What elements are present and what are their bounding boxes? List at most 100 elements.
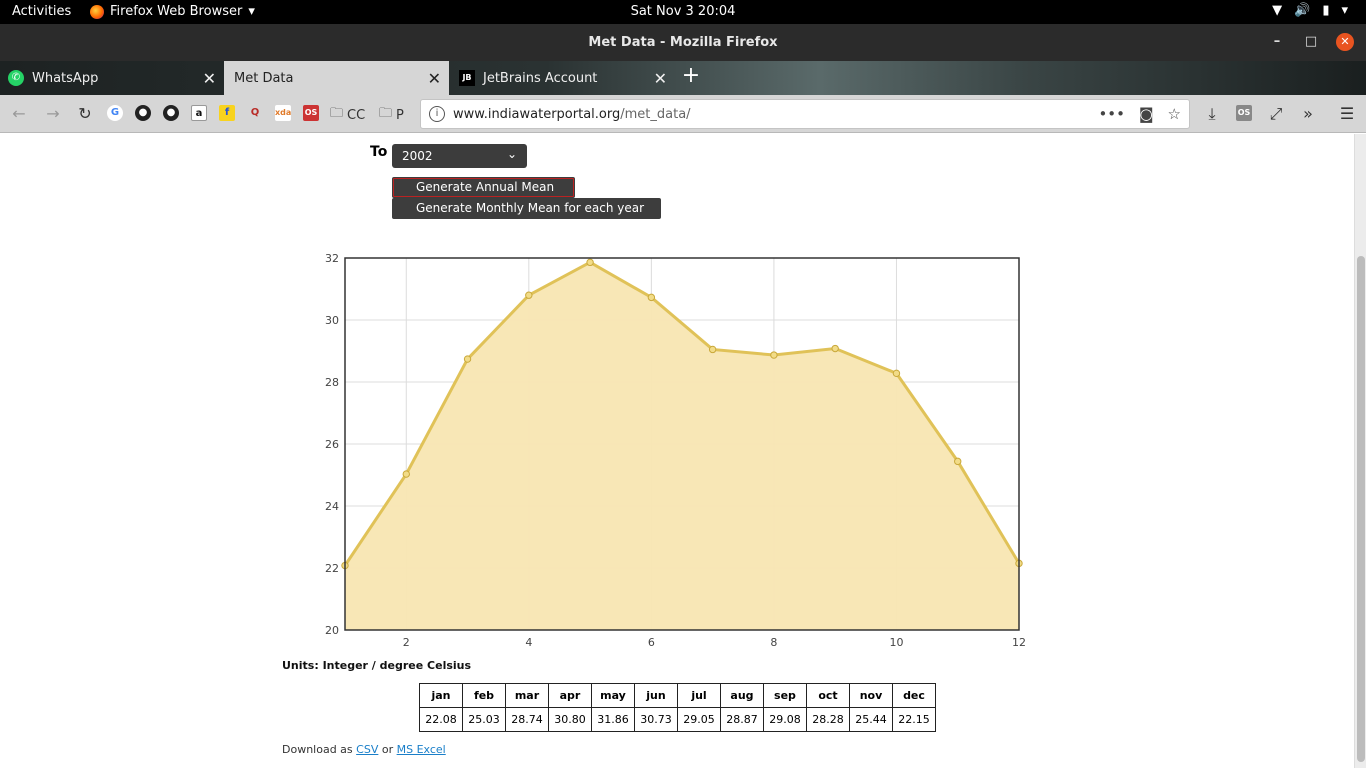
close-tab-icon[interactable]: ✕ [654,69,667,88]
table-header-cell: jan [419,683,463,708]
y-tick-label: 26 [325,438,339,451]
y-tick-label: 28 [325,376,339,389]
table-cell: 25.03 [462,707,506,732]
bookmark-folder-label: CC [347,107,366,123]
data-point [954,457,962,466]
table-cell: 30.73 [634,707,678,732]
quora-bookmark-icon[interactable]: Q [247,105,263,121]
scrollbar-thumb[interactable] [1357,256,1365,762]
amazon-bookmark-icon[interactable]: a [191,105,207,121]
activities-button[interactable]: Activities [12,4,71,19]
table-row: 22.08 25.03 28.74 30.80 31.86 30.73 29.05 28.87… [419,707,936,732]
table-header-cell: aug [720,683,764,708]
table-cell: 29.08 [763,707,807,732]
table-cell: 28.74 [505,707,549,732]
x-tick-label: 4 [525,636,532,649]
hamburger-menu-icon[interactable]: ☰ [1337,104,1357,124]
x-tick-label: 2 [403,636,410,649]
download-excel-link[interactable]: MS Excel [397,743,446,756]
table-header-row: jan feb mar apr may jun jul aug sep oct nov dec [419,683,936,708]
back-arrow-icon[interactable]: ← [9,104,29,124]
xda-bookmark-icon[interactable]: xda [275,105,291,121]
url-text[interactable]: www.indiawaterportal.org/met_data/ [453,107,691,122]
table-header-cell: oct [806,683,850,708]
bookmark-folder-label: P [396,107,404,123]
table-cell: 28.28 [806,707,850,732]
table-cell: 29.05 [677,707,721,732]
chevron-down-icon: ⌄ [506,147,517,161]
app-menu-label: Firefox Web Browser [110,4,243,19]
close-tab-icon[interactable]: ✕ [203,69,216,88]
page-actions-icon[interactable]: ••• [1098,105,1125,123]
tab-strip: ✆ WhatsApp ✕ Met Data ✕ JB JetBrains Acc… [0,61,1366,95]
data-point [892,369,901,378]
generate-monthly-mean-button[interactable]: Generate Monthly Mean for each year [392,198,661,219]
github-bookmark-icon[interactable]: ● [135,105,151,121]
units-label: Units: Integer / degree Celsius [282,659,472,672]
page-content: To 2002 ⌄ Generate Annual Mean Generate … [0,134,1354,768]
downloads-icon[interactable]: ⤓ [1202,104,1222,124]
table-header-cell: may [591,683,635,708]
x-tick-label: 12 [1012,636,1026,649]
system-tray[interactable]: ▼ 🔊 ▮ ▾ [1272,3,1348,18]
flipkart-bookmark-icon[interactable]: f [219,105,235,121]
y-tick-label: 24 [325,500,339,513]
close-window-button[interactable]: ✕ [1336,33,1354,51]
table-cell: 28.87 [720,707,764,732]
table-cell: 31.86 [591,707,635,732]
table-cell: 22.08 [419,707,463,732]
x-tick-label: 10 [889,636,903,649]
extension-os-icon[interactable]: OS [1236,105,1252,121]
battery-icon: ▮ [1322,3,1330,18]
table-header-cell: mar [505,683,549,708]
generate-annual-mean-button[interactable]: Generate Annual Mean [392,177,575,198]
minimize-window-button[interactable]: – [1268,33,1286,51]
data-point [647,293,656,302]
close-tab-icon[interactable]: ✕ [428,69,441,88]
tab-whatsapp[interactable]: ✆ WhatsApp ✕ [0,61,224,95]
maximize-window-button[interactable]: □ [1302,33,1320,51]
x-tick-label: 8 [770,636,777,649]
os-bookmark-icon[interactable]: OS [303,105,319,121]
pocket-icon[interactable]: ◙ [1139,105,1154,123]
download-csv-link[interactable]: CSV [356,743,378,756]
fullscreen-expand-icon[interactable]: ⤢ [1266,104,1286,124]
x-tick-label: 6 [648,636,655,649]
bookmark-star-icon[interactable]: ☆ [1168,105,1181,123]
navigation-toolbar: ← → ↻ G ● ● a f Q xda OS 🗀 CC 🗀 P i www.… [0,95,1366,133]
window-title: Met Data - Mozilla Firefox [588,35,778,50]
caret-down-icon: ▾ [248,4,255,19]
table-header-cell: sep [763,683,807,708]
tab-jetbrains-account[interactable]: JB JetBrains Account ✕ [451,61,675,95]
download-links: Download as CSV or MS Excel [282,743,446,756]
wifi-icon: ▼ [1272,3,1283,18]
tab-met-data[interactable]: Met Data ✕ [224,61,449,95]
new-tab-button[interactable]: + [680,65,702,89]
url-path: /met_data/ [620,107,691,122]
url-bar[interactable]: i www.indiawaterportal.org/met_data/ •••… [420,99,1190,129]
y-tick-label: 22 [325,562,339,575]
site-info-icon[interactable]: i [429,106,445,122]
y-tick-label: 32 [325,252,339,265]
table-header-cell: jun [634,683,678,708]
forward-arrow-icon[interactable]: → [43,104,63,124]
data-point [831,344,839,353]
table-header-cell: dec [892,683,936,708]
table-cell: 25.44 [849,707,893,732]
to-year-value: 2002 [402,149,433,163]
overflow-chevron-icon[interactable]: » [1298,104,1318,124]
reload-icon[interactable]: ↻ [75,104,95,124]
y-tick-label: 30 [325,314,339,327]
tab-label: WhatsApp [32,70,99,86]
page-scrollbar[interactable] [1354,134,1366,768]
to-year-select[interactable]: 2002 ⌄ [392,144,527,168]
google-bookmark-icon[interactable]: G [107,105,123,121]
bookmark-folder-cc[interactable]: 🗀 CC [330,104,365,126]
app-menu[interactable]: Firefox Web Browser ▾ [90,4,255,19]
github-bookmark-icon-2[interactable]: ● [163,105,179,121]
bookmark-folder-p[interactable]: 🗀 P [379,104,404,126]
data-point [770,351,778,359]
y-tick-label: 20 [325,624,339,637]
folder-icon: 🗀 [379,106,393,121]
table-cell: 22.15 [892,707,936,732]
